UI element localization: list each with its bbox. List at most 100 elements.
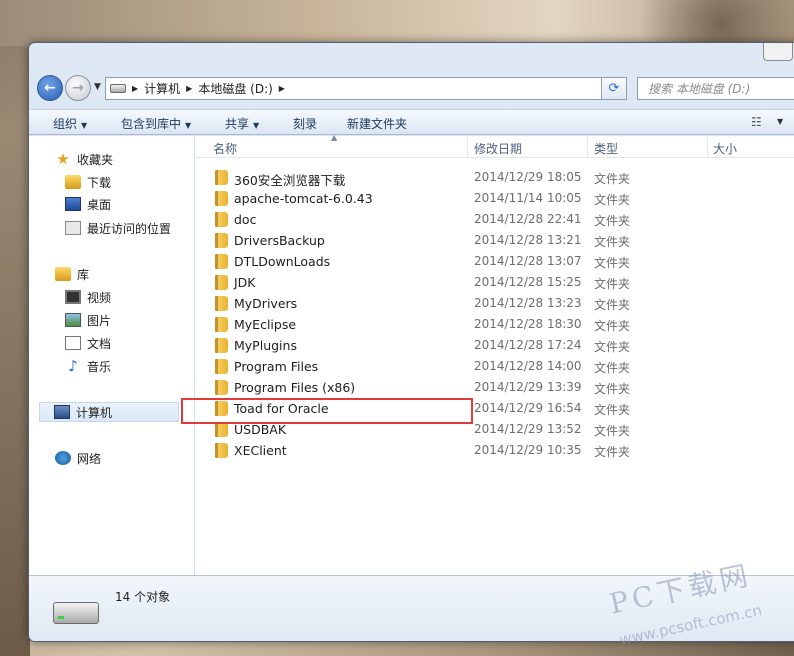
file-name: USDBAK bbox=[234, 422, 287, 437]
breadcrumb-computer[interactable]: 计算机 bbox=[144, 80, 180, 97]
sidebar-item-network[interactable]: 网络 bbox=[55, 448, 101, 468]
column-name[interactable]: 名称 bbox=[213, 140, 237, 157]
chevron-down-icon: ▼ bbox=[81, 121, 88, 130]
recent-pages-dropdown-icon[interactable]: ▼ bbox=[94, 82, 101, 92]
file-row[interactable]: DTLDownLoads 2014/12/28 13:07 文件夹 bbox=[195, 251, 794, 272]
sidebar-item-computer[interactable]: 计算机 bbox=[39, 402, 179, 422]
organize-label: 组织 bbox=[53, 117, 78, 131]
window-close-button[interactable] bbox=[763, 43, 793, 61]
column-type[interactable]: 类型 bbox=[594, 140, 618, 157]
file-type: 文件夹 bbox=[594, 277, 631, 291]
folder-icon bbox=[215, 191, 228, 206]
network-icon bbox=[55, 451, 71, 465]
file-row[interactable]: MyPlugins 2014/12/28 17:24 文件夹 bbox=[195, 335, 794, 356]
sidebar-item-label: 文档 bbox=[87, 336, 112, 351]
share-button[interactable]: 共享 ▼ bbox=[225, 115, 259, 132]
refresh-icon: ⟳ bbox=[608, 81, 620, 96]
breadcrumb-local-disk[interactable]: 本地磁盘 (D:) bbox=[198, 80, 272, 97]
sidebar-item-label: 桌面 bbox=[87, 197, 112, 212]
file-date-modified: 2014/12/29 13:39 bbox=[474, 380, 582, 394]
breadcrumb-separator-icon[interactable]: ▶ bbox=[132, 84, 138, 93]
file-date-modified: 2014/12/29 10:35 bbox=[474, 443, 582, 457]
file-name: Program Files (x86) bbox=[234, 380, 356, 395]
sidebar-item-label: 最近访问的位置 bbox=[87, 221, 172, 236]
folder-icon bbox=[215, 338, 228, 353]
file-type: 文件夹 bbox=[594, 340, 631, 354]
sidebar-favorites[interactable]: ★ 收藏夹 bbox=[55, 149, 113, 169]
search-input[interactable]: 搜索 本地磁盘 (D:) bbox=[637, 77, 794, 100]
column-divider[interactable] bbox=[467, 136, 468, 158]
file-row[interactable]: MyDrivers 2014/12/28 13:23 文件夹 bbox=[195, 293, 794, 314]
arrow-left-icon: ← bbox=[44, 80, 56, 96]
sidebar-libraries-label: 库 bbox=[77, 267, 90, 282]
view-options-icon[interactable]: ☷ bbox=[751, 115, 762, 129]
address-row: ← → ▼ ▶ 计算机 ▶ 本地磁盘 (D:) ▶ ▼ ⟳ 搜索 本地磁盘 (D… bbox=[37, 73, 794, 103]
folder-icon bbox=[215, 275, 228, 290]
column-size[interactable]: 大小 bbox=[713, 140, 737, 157]
navigation-pane: ★ 收藏夹 下载 桌面 最近访问的位置 库 视频 图片 文档 ♪ 音乐 计算机 bbox=[29, 136, 195, 575]
explorer-window: ← → ▼ ▶ 计算机 ▶ 本地磁盘 (D:) ▶ ▼ ⟳ 搜索 本地磁盘 (D… bbox=[28, 42, 794, 642]
file-type: 文件夹 bbox=[594, 424, 631, 438]
sidebar-item-documents[interactable]: 文档 bbox=[65, 333, 111, 353]
file-type: 文件夹 bbox=[594, 193, 631, 207]
breadcrumb-separator-icon[interactable]: ▶ bbox=[279, 84, 285, 93]
folder-icon bbox=[215, 212, 228, 227]
command-toolbar: 组织 ▼ 包含到库中 ▼ 共享 ▼ 刻录 新建文件夹 ☷ ▼ bbox=[29, 109, 794, 135]
sidebar-item-label: 网络 bbox=[77, 451, 102, 466]
forward-button[interactable]: → bbox=[65, 75, 91, 101]
folder-icon bbox=[215, 317, 228, 332]
sidebar-item-pictures[interactable]: 图片 bbox=[65, 310, 111, 330]
file-name: MyPlugins bbox=[234, 338, 297, 353]
column-date-modified[interactable]: 修改日期 bbox=[474, 140, 522, 157]
desktop-background-left bbox=[0, 120, 30, 656]
include-in-library-button[interactable]: 包含到库中 ▼ bbox=[121, 115, 191, 132]
file-date-modified: 2014/11/14 10:05 bbox=[474, 191, 582, 205]
column-header-row: ▲ 名称 修改日期 类型 大小 bbox=[195, 133, 794, 158]
file-row[interactable]: JDK 2014/12/28 15:25 文件夹 bbox=[195, 272, 794, 293]
sidebar-item-label: 图片 bbox=[87, 313, 112, 328]
desktop-icon bbox=[65, 197, 81, 211]
folder-icon bbox=[215, 422, 228, 437]
column-divider[interactable] bbox=[587, 136, 588, 158]
file-date-modified: 2014/12/28 13:23 bbox=[474, 296, 582, 310]
file-row[interactable]: doc 2014/12/28 22:41 文件夹 bbox=[195, 209, 794, 230]
sidebar-item-recent-places[interactable]: 最近访问的位置 bbox=[65, 218, 171, 238]
chevron-down-icon: ▼ bbox=[253, 121, 260, 130]
breadcrumb-separator-icon[interactable]: ▶ bbox=[186, 84, 192, 93]
file-type: 文件夹 bbox=[594, 361, 631, 375]
file-type: 文件夹 bbox=[594, 172, 631, 186]
file-row[interactable]: 360安全浏览器下载 2014/12/29 18:05 文件夹 bbox=[195, 167, 794, 188]
file-row[interactable]: DriversBackup 2014/12/28 13:21 文件夹 bbox=[195, 230, 794, 251]
file-date-modified: 2014/12/29 16:54 bbox=[474, 401, 582, 415]
include-in-library-label: 包含到库中 bbox=[121, 117, 182, 131]
new-folder-button[interactable]: 新建文件夹 bbox=[347, 115, 407, 132]
file-date-modified: 2014/12/29 13:52 bbox=[474, 422, 582, 436]
address-bar[interactable]: ▶ 计算机 ▶ 本地磁盘 (D:) ▶ ▼ bbox=[105, 77, 625, 100]
column-divider[interactable] bbox=[707, 136, 708, 158]
file-row[interactable]: MyEclipse 2014/12/28 18:30 文件夹 bbox=[195, 314, 794, 335]
burn-button[interactable]: 刻录 bbox=[293, 115, 317, 132]
refresh-button[interactable]: ⟳ bbox=[601, 77, 627, 100]
folder-icon bbox=[215, 170, 228, 185]
chevron-down-icon[interactable]: ▼ bbox=[777, 117, 783, 126]
file-row[interactable]: Program Files 2014/12/28 14:00 文件夹 bbox=[195, 356, 794, 377]
file-row[interactable]: XEClient 2014/12/29 10:35 文件夹 bbox=[195, 440, 794, 461]
file-date-modified: 2014/12/28 18:30 bbox=[474, 317, 582, 331]
sidebar-item-videos[interactable]: 视频 bbox=[65, 287, 111, 307]
folder-icon bbox=[215, 380, 228, 395]
file-row[interactable]: Program Files (x86) 2014/12/29 13:39 文件夹 bbox=[195, 377, 794, 398]
file-row[interactable]: apache-tomcat-6.0.43 2014/11/14 10:05 文件夹 bbox=[195, 188, 794, 209]
sidebar-libraries[interactable]: 库 bbox=[55, 264, 89, 284]
sidebar-item-label: 计算机 bbox=[76, 405, 113, 420]
sidebar-item-downloads[interactable]: 下载 bbox=[65, 172, 111, 192]
sidebar-item-desktop[interactable]: 桌面 bbox=[65, 194, 111, 214]
sidebar-item-music[interactable]: ♪ 音乐 bbox=[65, 356, 111, 376]
file-name: doc bbox=[234, 212, 257, 227]
organize-button[interactable]: 组织 ▼ bbox=[53, 115, 87, 132]
file-name: MyDrivers bbox=[234, 296, 298, 311]
annotation-highlight-box bbox=[181, 398, 473, 424]
hard-drive-icon bbox=[53, 602, 99, 624]
file-type: 文件夹 bbox=[594, 235, 631, 249]
back-button[interactable]: ← bbox=[37, 75, 63, 101]
file-date-modified: 2014/12/28 14:00 bbox=[474, 359, 582, 373]
